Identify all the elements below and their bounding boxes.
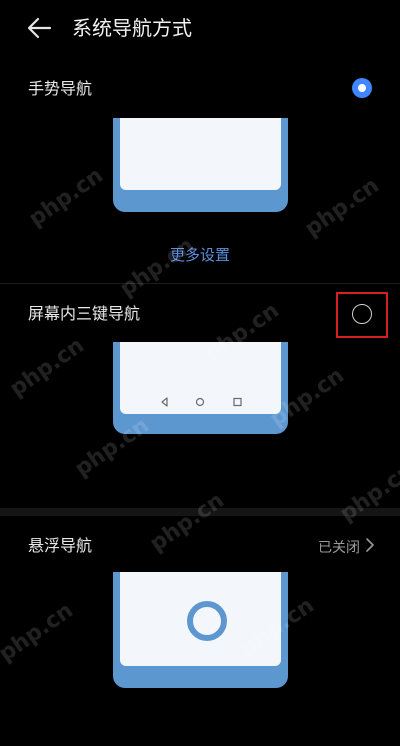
watermark: php.cn — [24, 163, 108, 232]
preview-screen — [120, 118, 281, 190]
nav-keys-icons — [161, 397, 242, 407]
floating-preview — [113, 572, 288, 688]
section-divider — [0, 508, 400, 516]
floating-button-icon — [187, 601, 227, 641]
chevron-right-icon[interactable] — [364, 537, 376, 553]
option-three-key-label[interactable]: 屏幕内三键导航 — [28, 303, 140, 325]
radio-gesture-selected[interactable] — [352, 78, 372, 98]
divider — [0, 283, 400, 284]
watermark: php.cn — [335, 458, 400, 527]
three-key-preview — [113, 342, 288, 434]
option-gesture-label[interactable]: 手势导航 — [28, 78, 92, 100]
watermark: php.cn — [300, 173, 384, 242]
more-settings-link[interactable]: 更多设置 — [0, 244, 400, 265]
home-key-icon — [195, 397, 205, 407]
option-floating-label[interactable]: 悬浮导航 — [28, 535, 92, 557]
back-key-icon — [161, 397, 168, 407]
watermark: php.cn — [0, 598, 78, 667]
arrow-left-icon[interactable] — [24, 14, 54, 42]
watermark: php.cn — [5, 333, 89, 402]
page-title: 系统导航方式 — [72, 16, 192, 40]
gesture-preview — [113, 118, 288, 212]
preview-screen — [120, 572, 281, 666]
radio-three-key[interactable] — [352, 304, 372, 324]
floating-status[interactable]: 已关闭 — [318, 537, 360, 557]
recent-key-icon — [233, 397, 242, 407]
preview-screen — [120, 342, 281, 414]
watermark: php.cn — [145, 488, 229, 557]
